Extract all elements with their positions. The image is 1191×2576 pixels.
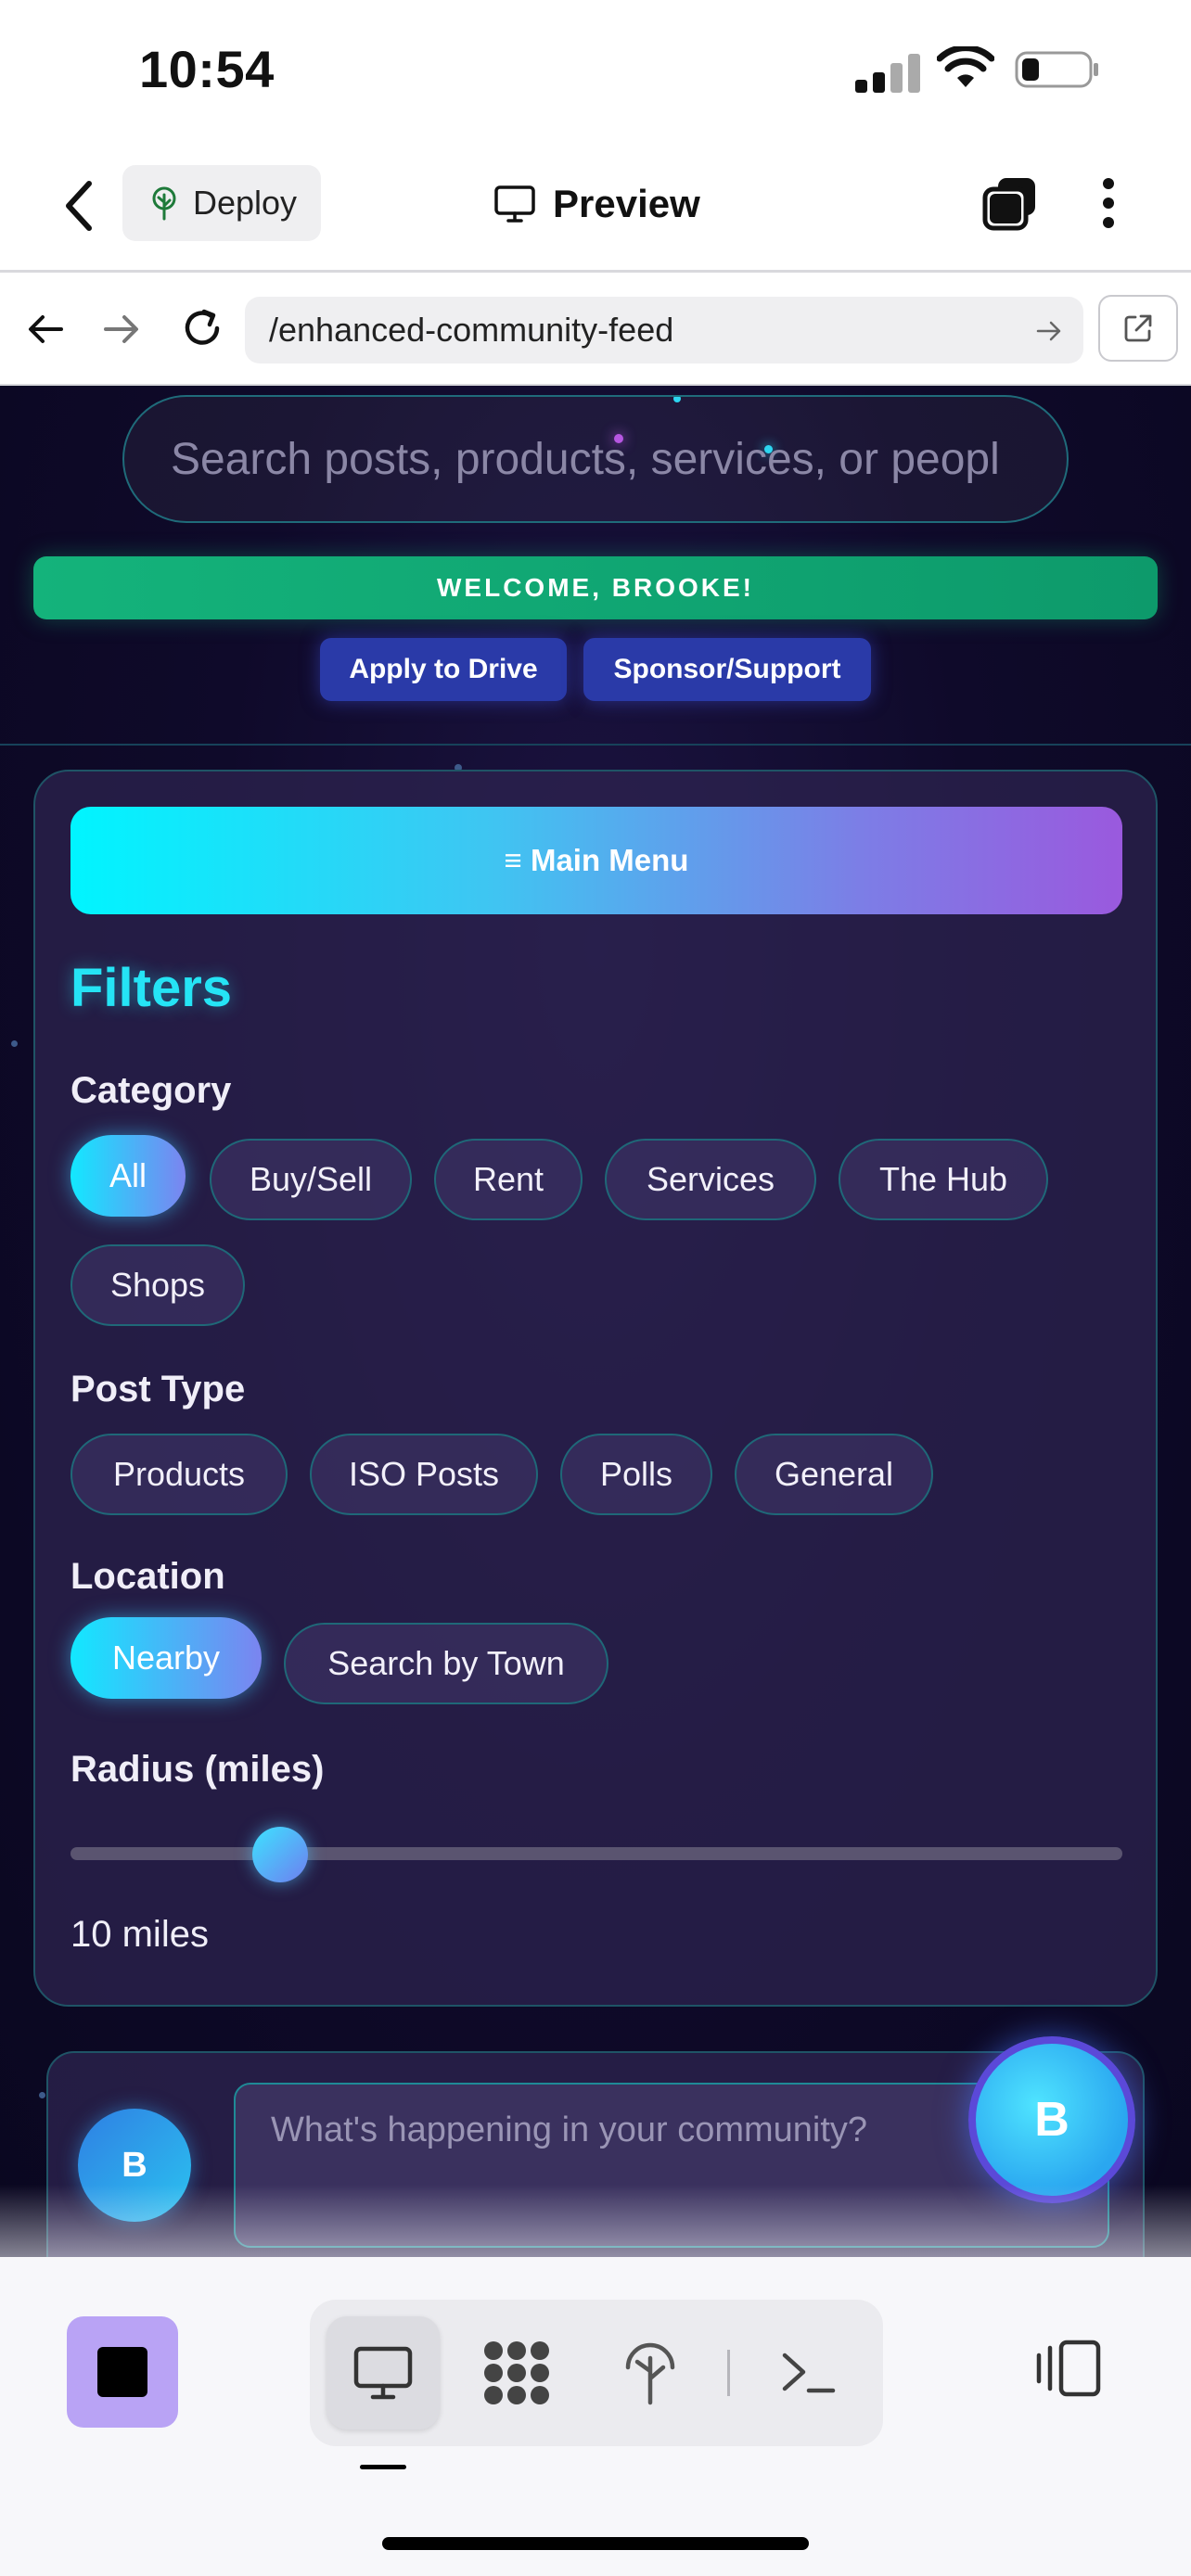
wifi-icon: [937, 46, 994, 87]
feed-header: WELCOME, BROOKE! Apply to Drive Sponsor/…: [0, 386, 1191, 746]
network-icon: [484, 2341, 549, 2404]
tree-icon: [152, 186, 176, 221]
status-time: 10:54: [139, 40, 275, 98]
battery-icon: [1015, 51, 1098, 88]
console-view-button[interactable]: [751, 2316, 864, 2429]
chip-category-all[interactable]: All: [70, 1135, 186, 1217]
browser-url-row: /enhanced-community-feed: [0, 273, 1191, 386]
stop-icon: [97, 2347, 147, 2397]
radius-slider-thumb[interactable]: [252, 1827, 308, 1882]
url-text: /enhanced-community-feed: [269, 311, 674, 349]
back-chevron-icon[interactable]: [56, 178, 102, 234]
radius-label: Radius (miles): [70, 1749, 325, 1790]
tree-icon: [625, 2342, 675, 2405]
particle: [11, 1040, 18, 1047]
app-top-bar: Deploy Preview: [0, 139, 1191, 273]
panel-toggle-icon[interactable]: [1033, 2339, 1104, 2398]
chip-category-rent[interactable]: Rent: [434, 1139, 583, 1220]
bottom-toolbar: [0, 2257, 1191, 2576]
open-external-button[interactable]: [1098, 295, 1178, 362]
stop-button[interactable]: [67, 2316, 178, 2428]
location-label: Location: [70, 1556, 225, 1597]
tabs-icon[interactable]: [981, 174, 1039, 232]
chip-category-shops[interactable]: Shops: [70, 1244, 245, 1326]
profile-fab-button[interactable]: B: [968, 2036, 1135, 2203]
deploy-button[interactable]: Deploy: [122, 165, 321, 241]
chip-post-type-polls[interactable]: Polls: [560, 1434, 712, 1515]
radius-slider-track[interactable]: [70, 1847, 1122, 1860]
chip-post-type-iso-posts[interactable]: ISO Posts: [310, 1434, 538, 1515]
deploy-view-button[interactable]: [594, 2316, 707, 2429]
signal-icon: [855, 46, 920, 93]
search-bar[interactable]: [122, 395, 1069, 523]
webview: WELCOME, BROOKE! Apply to Drive Sponsor/…: [0, 386, 1191, 2257]
agent-view-button[interactable]: [460, 2316, 573, 2429]
url-field[interactable]: /enhanced-community-feed: [245, 297, 1083, 363]
chip-category-the-hub[interactable]: The Hub: [839, 1139, 1048, 1220]
browser-forward-icon[interactable]: [100, 308, 143, 351]
active-view-indicator: [360, 2465, 406, 2469]
post-type-label: Post Type: [70, 1369, 246, 1409]
filters-title: Filters: [70, 958, 233, 1018]
avatar: B: [78, 2109, 191, 2222]
welcome-banner: WELCOME, BROOKE!: [33, 556, 1158, 619]
terminal-icon: [782, 2353, 836, 2393]
browser-back-icon[interactable]: [24, 308, 67, 351]
status-bar: 10:54: [0, 0, 1191, 139]
particle: [39, 2092, 45, 2098]
deploy-label: Deploy: [193, 184, 298, 222]
search-input[interactable]: [171, 433, 1067, 485]
filters-card: ≡ Main Menu Filters Category All Buy/Sel…: [33, 770, 1158, 2007]
preview-view-button[interactable]: [327, 2316, 440, 2429]
go-arrow-icon[interactable]: [1035, 317, 1063, 345]
monitor-icon: [353, 2346, 413, 2400]
preview-title: Preview: [493, 176, 700, 232]
apply-to-drive-button[interactable]: Apply to Drive: [320, 638, 567, 701]
home-indicator: [382, 2537, 809, 2550]
reload-icon[interactable]: [178, 304, 226, 352]
more-options-icon[interactable]: [1095, 172, 1122, 234]
chip-post-type-products[interactable]: Products: [70, 1434, 288, 1515]
open-external-icon: [1124, 314, 1152, 342]
chip-post-type-general[interactable]: General: [735, 1434, 933, 1515]
radius-value: 10 miles: [70, 1914, 209, 1955]
view-switcher: [310, 2300, 883, 2446]
sponsor-support-button[interactable]: Sponsor/Support: [583, 638, 871, 701]
preview-label: Preview: [553, 182, 700, 225]
category-label: Category: [70, 1070, 232, 1111]
chip-location-nearby[interactable]: Nearby: [70, 1617, 262, 1699]
monitor-icon: [494, 185, 535, 223]
chip-category-buy-sell[interactable]: Buy/Sell: [210, 1139, 412, 1220]
chip-location-search-by-town[interactable]: Search by Town: [284, 1623, 608, 1704]
chip-category-services[interactable]: Services: [605, 1139, 816, 1220]
main-menu-button[interactable]: ≡ Main Menu: [70, 807, 1122, 914]
segment-divider: [727, 2350, 730, 2396]
